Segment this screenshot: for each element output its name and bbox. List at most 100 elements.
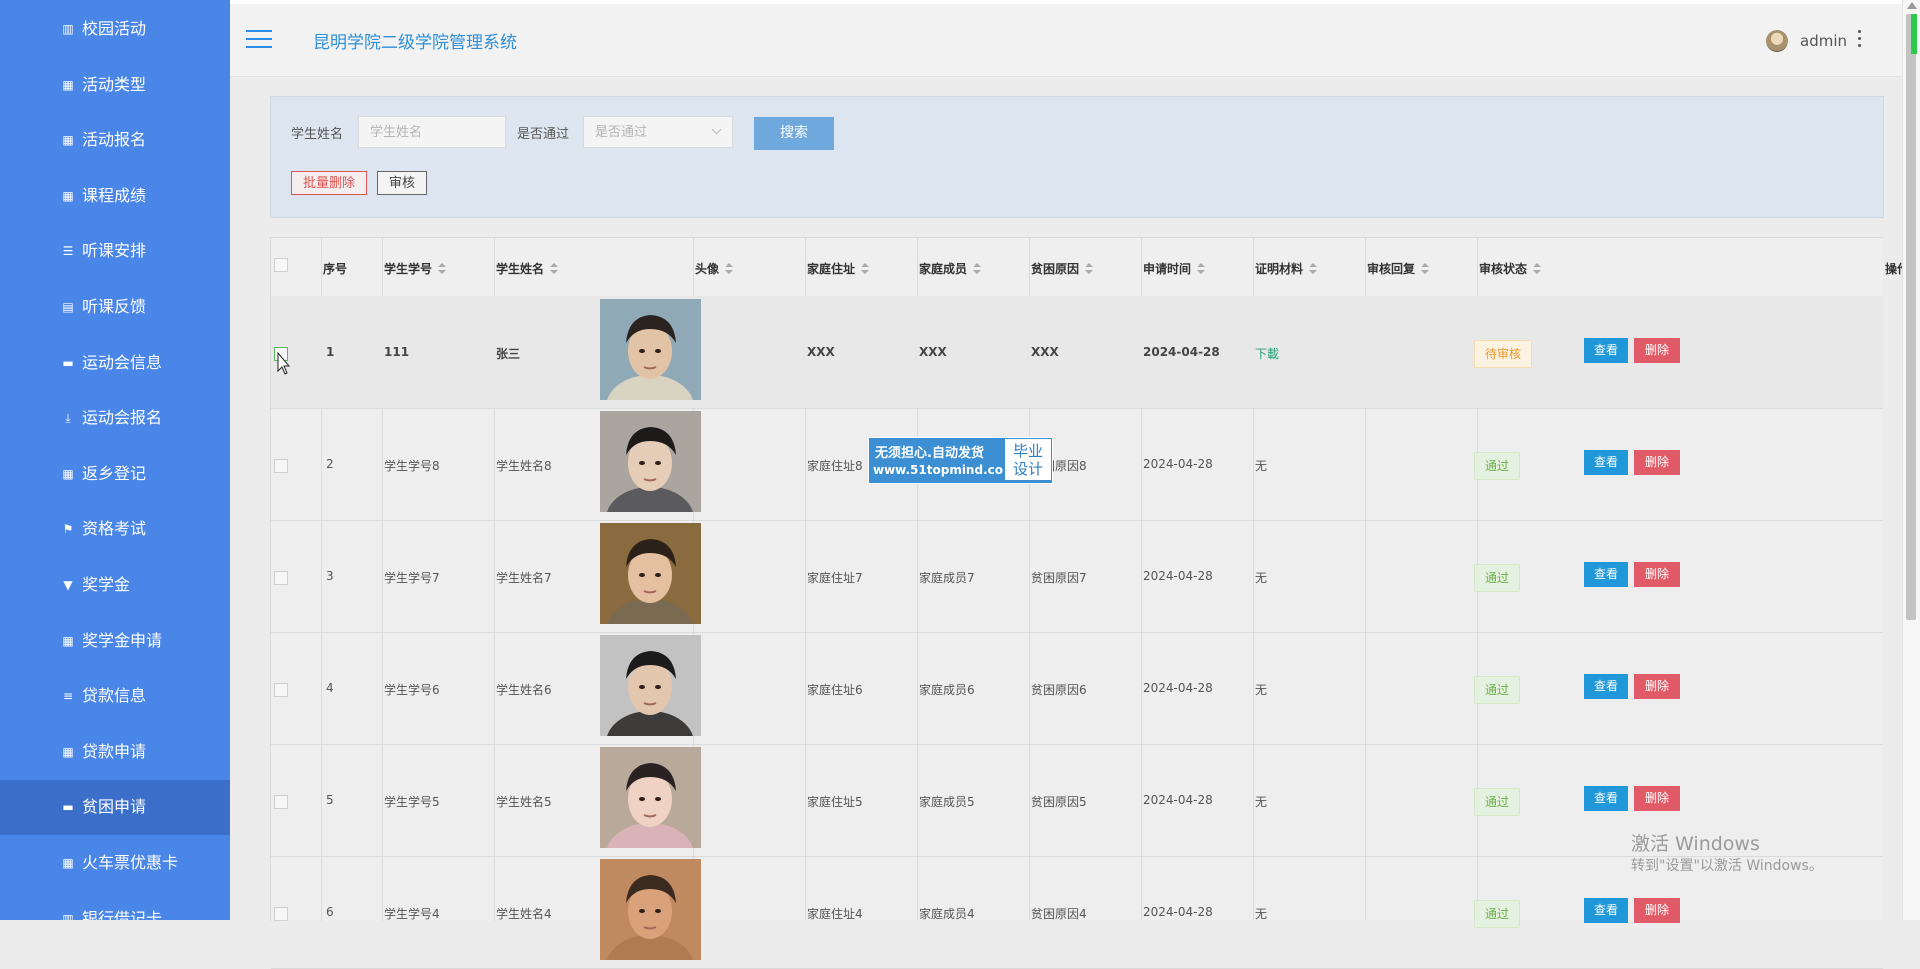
- scroll-up-arrow-icon[interactable]: [1907, 2, 1917, 9]
- row-checkbox[interactable]: [274, 571, 288, 585]
- sort-icon[interactable]: [1421, 263, 1430, 275]
- sidebar-item[interactable]: ▦ 课程成绩: [0, 169, 230, 224]
- sidebar-item[interactable]: ▦ 返乡登记: [0, 447, 230, 502]
- search-button[interactable]: 搜索: [754, 117, 834, 150]
- scroll-thumb[interactable]: [1906, 14, 1916, 620]
- cell-student-no: 学生学号7: [384, 571, 440, 585]
- view-button[interactable]: 查看: [1584, 898, 1628, 923]
- view-button[interactable]: 查看: [1584, 562, 1628, 587]
- grid-icon: ▦: [62, 133, 74, 148]
- view-button[interactable]: 查看: [1584, 450, 1628, 475]
- sidebar-item[interactable]: ▦ 贷款申请: [0, 725, 230, 780]
- sidebar-item-label: 奖学金申请: [82, 630, 163, 650]
- cell-name: 张三: [496, 347, 521, 361]
- scrollbar[interactable]: [1902, 0, 1920, 920]
- status-badge: 待审核: [1474, 340, 1533, 368]
- avatar[interactable]: [1766, 30, 1788, 52]
- more-vert-icon[interactable]: [1858, 30, 1862, 50]
- table-row[interactable]: 1 111 张三 XXX XXX XXX 2024-04-28 下載 待审核 查看 删除: [271, 296, 1883, 439]
- batch-delete-button[interactable]: 批量删除: [291, 171, 367, 195]
- view-button[interactable]: 查看: [1584, 338, 1628, 363]
- grid-icon: ▥: [62, 911, 74, 920]
- column-header[interactable]: 申请时间: [1143, 260, 1206, 277]
- column-header[interactable]: 家庭住址: [807, 260, 870, 277]
- student-photo: [600, 523, 701, 663]
- audit-button[interactable]: 审核: [377, 171, 427, 195]
- delete-button[interactable]: 删除: [1634, 786, 1680, 811]
- sidebar-item[interactable]: ▥ 校园活动: [0, 2, 230, 57]
- cell-reason: 贫困原因7: [1031, 571, 1087, 585]
- grid-icon: ▦: [62, 466, 74, 481]
- table-row[interactable]: 2 学生学号8 学生姓名8 家庭住址8 贫困原因8 2024-04-28 无通过 查看 删除: [271, 408, 1883, 551]
- sort-icon[interactable]: [1197, 263, 1206, 275]
- sidebar-item[interactable]: ▦ 火车票优惠卡: [0, 836, 230, 891]
- view-button[interactable]: 查看: [1584, 786, 1628, 811]
- cell-members: 家庭成员7: [919, 571, 975, 585]
- sidebar-item[interactable]: ▼ 奖学金: [0, 558, 230, 613]
- sort-icon[interactable]: [550, 263, 559, 275]
- column-header[interactable]: 审核状态: [1479, 260, 1542, 277]
- sort-icon[interactable]: [861, 263, 870, 275]
- row-checkbox[interactable]: [274, 683, 288, 697]
- sidebar-item[interactable]: ⚑ 资格考试: [0, 502, 230, 557]
- sliders-icon: ☰: [62, 244, 74, 259]
- sort-icon[interactable]: [1085, 263, 1094, 275]
- column-header-label: 序号: [323, 262, 348, 276]
- delete-button[interactable]: 删除: [1634, 898, 1680, 923]
- cell-members: 家庭成员6: [919, 683, 975, 697]
- user-name[interactable]: admin: [1800, 32, 1847, 50]
- delete-button[interactable]: 删除: [1634, 450, 1680, 475]
- column-header[interactable]: 学生学号: [384, 260, 447, 277]
- cell-student-no: 学生学号5: [384, 795, 440, 809]
- sidebar-item[interactable]: ≡ 贷款信息: [0, 669, 230, 724]
- sidebar-item[interactable]: ▦ 活动报名: [0, 113, 230, 168]
- watermark-line1: 无须担心.自动发货: [875, 446, 984, 461]
- sidebar-item[interactable]: ▥ 银行借记卡: [0, 892, 230, 920]
- sidebar-item[interactable]: ☰ 听课安排: [0, 224, 230, 279]
- table-row[interactable]: 3 学生学号7 学生姓名7 家庭住址7 家庭成员7 贫困原因7 2024-04-28 无 通过 查…: [271, 520, 1883, 663]
- column-header-label: 审核状态: [1479, 262, 1528, 276]
- table-row[interactable]: 4 学生学号6 学生姓名6 家庭住址6 家庭成员6 贫困原因6 2024-04-28 无 通过 查…: [271, 632, 1883, 775]
- sidebar-item[interactable]: ▬ 运动会信息: [0, 336, 230, 391]
- windows-activation-subtitle: 转到"设置"以激活 Windows。: [1631, 858, 1823, 874]
- cell-index: 2: [326, 457, 334, 471]
- download-link[interactable]: 下載: [1255, 345, 1279, 362]
- delete-button[interactable]: 删除: [1634, 562, 1680, 587]
- sidebar-item-label: 贫困申请: [82, 797, 147, 817]
- name-search-input[interactable]: 学生姓名: [358, 116, 506, 148]
- row-checkbox[interactable]: [274, 795, 288, 809]
- column-header[interactable]: 头像: [695, 260, 734, 277]
- column-header[interactable]: 家庭成员: [919, 260, 982, 277]
- pass-select[interactable]: 是否通过: [583, 116, 733, 148]
- row-checkbox[interactable]: [274, 907, 288, 921]
- sort-icon[interactable]: [1309, 263, 1318, 275]
- cell-time: 2024-04-28: [1143, 905, 1213, 919]
- delete-button[interactable]: 删除: [1634, 674, 1680, 699]
- watermark-badge: 毕业 设计: [1004, 438, 1052, 481]
- download-icon: ⤓: [65, 411, 71, 426]
- sidebar-item[interactable]: ▦ 活动类型: [0, 58, 230, 113]
- cell-name: 学生姓名4: [496, 907, 552, 921]
- column-header[interactable]: 审核回复: [1367, 260, 1430, 277]
- status-badge: 通过: [1474, 676, 1521, 704]
- sort-icon[interactable]: [973, 263, 982, 275]
- column-header[interactable]: 学生姓名: [496, 260, 559, 277]
- sort-icon[interactable]: [725, 263, 734, 275]
- delete-button[interactable]: 删除: [1634, 338, 1680, 363]
- sidebar-item-label: 听课安排: [82, 241, 147, 261]
- menu-toggle-icon[interactable]: [246, 30, 272, 50]
- column-header[interactable]: 证明材料: [1255, 260, 1318, 277]
- view-button[interactable]: 查看: [1584, 674, 1628, 699]
- pass-label: 是否通过: [517, 127, 570, 142]
- select-all-checkbox[interactable]: [274, 258, 288, 272]
- bar-chart-icon: ▥: [62, 22, 74, 36]
- column-header[interactable]: 贫困原因: [1031, 260, 1094, 277]
- sidebar-item[interactable]: ▦ 奖学金申请: [0, 614, 230, 669]
- row-checkbox[interactable]: [274, 459, 288, 473]
- sidebar-item[interactable]: ⤓ 运动会报名: [0, 391, 230, 446]
- sidebar-item[interactable]: ▤ 听课反馈: [0, 280, 230, 335]
- sort-icon[interactable]: [438, 263, 447, 275]
- sort-icon[interactable]: [1533, 263, 1542, 275]
- sidebar-item[interactable]: ▬ 贫困申请: [0, 780, 230, 836]
- mouse-cursor-icon: [277, 352, 291, 375]
